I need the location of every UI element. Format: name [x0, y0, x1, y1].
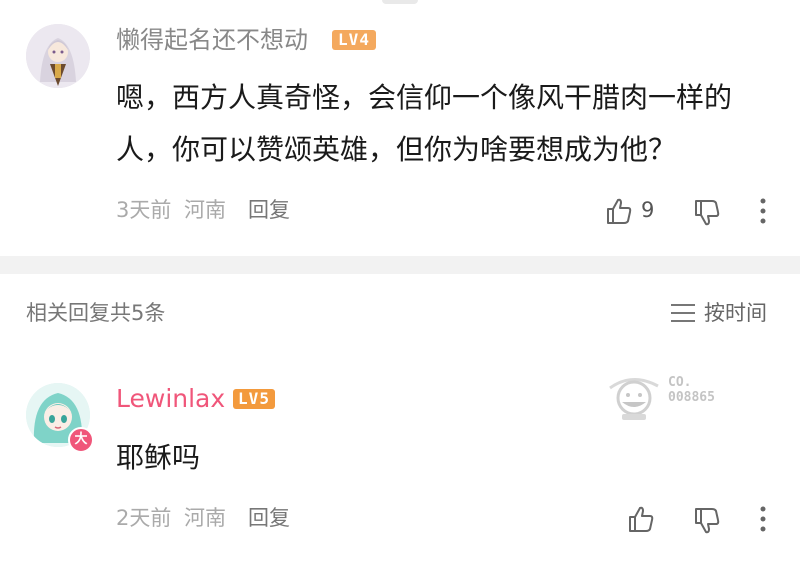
sheet-handle [382, 0, 418, 4]
watermark-logo-icon [609, 378, 659, 420]
reply-button[interactable]: 回复 [248, 196, 290, 224]
thumbs-down-icon[interactable] [692, 506, 722, 536]
commenter-username[interactable]: 懒得起名还不想动 [116, 25, 308, 55]
watermark-line1: CO. [668, 375, 692, 390]
sort-by-time-button[interactable]: 按时间 [704, 298, 767, 328]
thumbs-up-icon[interactable] [626, 504, 656, 534]
reply-text: 耶稣吗 [116, 441, 201, 474]
section-divider [0, 256, 800, 274]
like-count: 9 [641, 198, 655, 222]
comment-time: 3天前 [116, 198, 172, 222]
replies-count-title: 相关回复共5条 [26, 301, 166, 325]
comment-location: 河南 [184, 198, 226, 222]
comment-text: 嗯，西方人真奇怪，会信仰一个像风干腊肉一样的人，你可以赞颂英雄，但你为啥要想成为… [116, 81, 733, 166]
level-badge: LV4 [332, 30, 376, 50]
commenter-avatar[interactable] [26, 24, 90, 88]
reply-button[interactable]: 回复 [248, 504, 290, 532]
watermark-line2: 008865 [668, 390, 715, 405]
more-options-icon[interactable] [758, 196, 768, 226]
watermark-text: CO. 008865 [668, 375, 715, 405]
level-badge: LV5 [233, 389, 275, 409]
sort-icon[interactable] [670, 302, 696, 324]
reply-location: 河南 [184, 506, 226, 530]
thumbs-down-icon[interactable] [692, 198, 722, 228]
replier-username[interactable]: Lewinlax [116, 384, 225, 414]
thumbs-up-icon[interactable] [604, 196, 634, 226]
more-options-icon[interactable] [758, 504, 768, 534]
reply-time: 2天前 [116, 506, 172, 530]
verified-badge: 大 [68, 427, 94, 453]
